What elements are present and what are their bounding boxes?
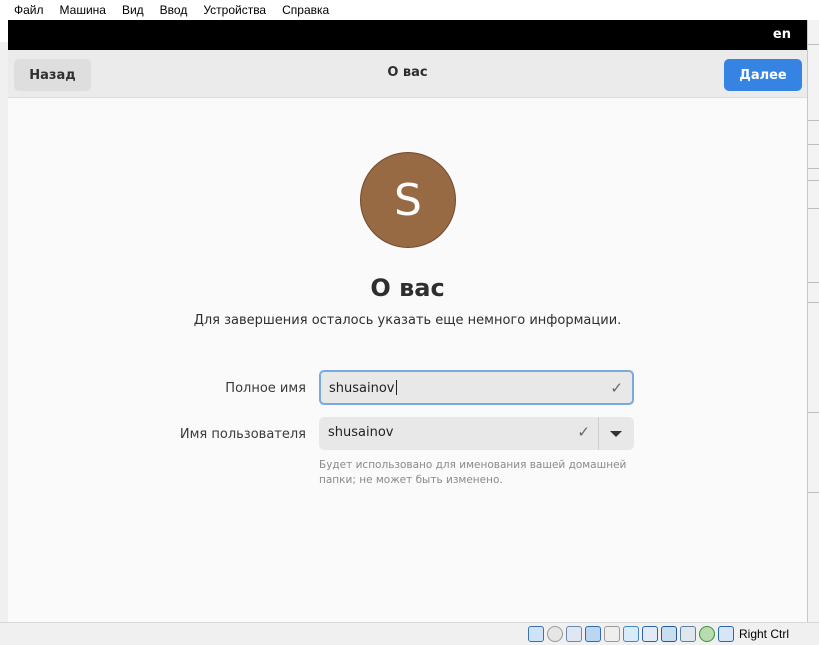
about-you-page: S О вас Для завершения осталось указать … [8,98,807,622]
menu-machine[interactable]: Машина [60,3,106,17]
username-label: Имя пользователя [179,427,306,442]
vbox-statusbar: Right Ctrl [0,622,819,645]
gnome-top-bar: en [8,20,807,50]
fullname-label: Полное имя [225,381,306,396]
recording-icon[interactable] [660,626,677,642]
fullname-input[interactable]: shusainov ✓ [319,370,634,405]
menu-file[interactable]: Файл [14,3,44,17]
usb-icon[interactable] [603,626,620,642]
page-subtitle: Для завершения осталось указать еще немн… [193,313,622,328]
virtualization-icon[interactable] [679,626,696,642]
audio-icon[interactable] [565,626,582,642]
menu-input[interactable]: Ввод [160,3,188,17]
vbox-menubar: Файл Машина Вид Ввод Устройства Справка [0,0,819,20]
host-window-fragment [0,20,8,42]
page-title: О вас [370,274,445,302]
optical-drive-icon[interactable] [546,626,563,642]
host-key-label: Right Ctrl [738,627,789,641]
menu-help[interactable]: Справка [282,3,329,17]
menu-view[interactable]: Вид [122,3,144,17]
checkmark-icon: ✓ [610,379,623,397]
checkmark-icon: ✓ [577,423,590,441]
avatar[interactable]: S [360,152,456,248]
fullname-value: shusainov [329,380,397,396]
keyboard-capture-icon[interactable] [717,626,734,642]
mouse-integration-icon[interactable] [698,626,715,642]
username-dropdown-button[interactable] [599,417,634,450]
menu-devices[interactable]: Устройства [203,3,266,17]
hard-disk-icon[interactable] [527,626,544,642]
next-button[interactable]: Далее [724,59,802,91]
guest-display[interactable]: en Назад О вас Далее S О вас Для заверше… [8,20,807,622]
username-combo[interactable]: shusainov ✓ [319,417,634,450]
host-background-window [807,20,819,622]
chevron-down-icon [610,431,622,437]
header-title: О вас [387,65,428,80]
username-value: shusainov [328,425,394,440]
language-indicator[interactable]: en [773,27,791,42]
shared-folders-icon[interactable] [622,626,639,642]
network-icon[interactable] [584,626,601,642]
text-caret [395,380,397,395]
username-hint: Будет использовано для именования вашей … [319,459,627,486]
display-icon[interactable] [641,626,658,642]
header-bar: Назад О вас Далее [8,50,807,98]
